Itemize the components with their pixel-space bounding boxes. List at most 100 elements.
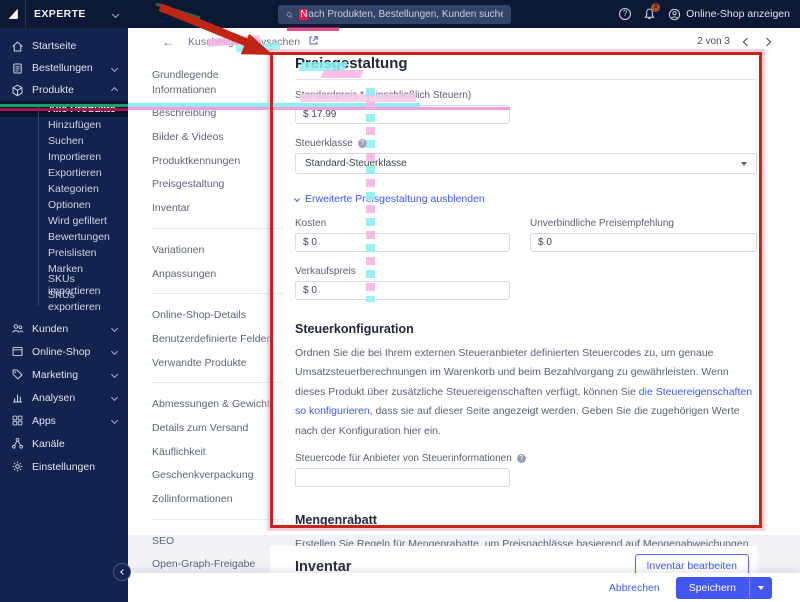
sidebar-item-analysen[interactable]: Analysen [0,386,128,409]
sidebar-item-preislisten[interactable]: Preislisten [0,245,128,261]
view-store-link[interactable]: Online-Shop anzeigen [668,8,790,21]
collapse-sidebar-button[interactable] [113,563,131,581]
nav-details-zum-versand[interactable]: Details zum Versand [152,421,283,436]
cost-label: Kosten [295,218,327,229]
tax-code-input[interactable] [295,468,510,488]
cancel-button[interactable]: Abbrechen [609,582,660,594]
nav-preisgestaltung[interactable]: Preisgestaltung [152,177,283,192]
pager-count: 2 von 3 [697,36,730,47]
msrp-input[interactable]: $ 0 [530,233,757,252]
nav-abmessungen-gewicht[interactable]: Abmessungen & Gewicht [152,397,283,412]
tax-config-title: Steuerkonfiguration [295,322,414,336]
chevron-down-icon [110,416,119,425]
global-search-input[interactable]: Nach Produkten, Bestellungen, Kunden suc… [278,5,511,24]
tax-class-label: Steuerklasse [295,138,757,149]
sidebar-item-kunden[interactable]: Kunden [0,317,128,340]
sidebar-item-produkte[interactable]: Produkte [0,79,128,101]
bigcommerce-admin: EXPERTE Nach Produkten, Bestellungen, Ku… [0,0,800,602]
sidebar-item-bewertungen[interactable]: Bewertungen [0,229,128,245]
brand-area[interactable]: EXPERTE [0,0,128,28]
bulk-pricing-title: Mengenrabatt [295,513,377,528]
apps-grid-icon [12,415,23,426]
msrp-label: Unverbindliche Preisempfehlung [530,218,674,229]
external-link-icon[interactable] [308,33,319,51]
sidebar-item-alle-produkte[interactable]: Alle Produkte [0,101,128,117]
nav-verwandte-produkte[interactable]: Verwandte Produkte [152,356,283,371]
caret-down-icon [741,161,747,166]
chevron-down-icon [110,370,119,379]
orders-icon [13,63,22,73]
sale-price-label: Verkaufspreis [295,266,356,277]
tax-class-select[interactable]: Standard-Steuerklasse [295,153,757,174]
nav-divider [152,227,283,229]
bigcommerce-logo-icon [0,0,26,28]
sidebar-item-kategorien[interactable]: Kategorien [0,181,128,197]
sidebar-item-optionen[interactable]: Optionen [0,197,128,213]
save-options-caret[interactable] [750,577,772,599]
chevron-down-icon[interactable] [111,10,120,18]
nav-kaeuflichkeit[interactable]: Käuflichkeit [152,445,283,460]
produkte-submenu: Alle Produkte Hinzufügen Suchen Importie… [0,101,128,313]
top-header: EXPERTE Nach Produkten, Bestellungen, Ku… [0,0,800,28]
product-section-nav: Grundlegende Informationen Beschreibung … [152,68,283,581]
channels-icon [12,438,23,449]
chevron-down-icon [110,347,119,356]
notifications-bell-icon[interactable]: 3 [643,3,661,21]
sale-price-input[interactable]: $ 0 [295,281,510,300]
nav-inventar[interactable]: Inventar [152,201,283,216]
prev-product-icon[interactable] [742,37,752,46]
sidebar-item-online-shop[interactable]: Online-Shop [0,340,128,363]
nav-seo[interactable]: SEO [152,534,283,549]
chevron-up-icon [110,86,119,94]
nav-geschenkverpackung[interactable]: Geschenkverpackung [152,468,283,483]
submenu-line [38,104,39,306]
sidebar-item-wird-gefiltert[interactable]: Wird gefiltert [0,213,128,229]
nav-grundlegende-informationen[interactable]: Grundlegende Informationen [152,68,283,97]
user-icon [668,8,681,20]
sidebar-item-exportieren[interactable]: Exportieren [0,165,128,181]
sidebar-item-suchen[interactable]: Suchen [0,133,128,149]
back-arrow-icon[interactable]: ← [162,35,174,49]
nav-beschreibung[interactable]: Beschreibung [152,106,283,121]
home-icon [12,40,23,51]
nav-online-shop-details[interactable]: Online-Shop-Details [152,308,283,323]
next-product-icon[interactable] [762,37,772,46]
help-tooltip-icon[interactable] [516,454,526,464]
nav-anpassungen[interactable]: Anpassungen [152,267,283,282]
store-name: EXPERTE [34,8,86,20]
nav-divider [152,293,283,295]
sidebar-item-einstellungen[interactable]: Einstellungen [0,455,128,478]
sidebar-item-kanaele[interactable]: Kanäle [0,432,128,455]
storefront-icon [12,346,23,357]
save-button[interactable]: Speichern [675,576,772,599]
notification-badge: 3 [651,3,661,12]
nav-zollinformationen[interactable]: Zollinformationen [152,492,283,507]
pricing-title: Preisgestaltung [295,55,757,80]
chevron-down-icon [110,324,119,333]
nav-produktkennungen[interactable]: Produktkennungen [152,154,283,169]
help-icon[interactable] [619,8,632,20]
sidebar-item-hinzufuegen[interactable]: Hinzufügen [0,117,128,133]
main-sidebar: Startseite Bestellungen Produkte Alle Pr… [0,28,128,602]
nav-bilder-videos[interactable]: Bilder & Videos [152,130,283,145]
sidebar-item-marketing[interactable]: Marketing [0,363,128,386]
sidebar-item-importieren[interactable]: Importieren [0,149,128,165]
default-price-input[interactable]: $ 17.99 [295,105,510,124]
nav-variationen[interactable]: Variationen [152,243,283,258]
chevron-down-icon [110,64,119,72]
help-tooltip-icon[interactable] [357,139,367,148]
product-title: Kuschelige Babysachen [188,35,301,48]
sidebar-item-skus-exportieren[interactable]: SKUs exportieren [0,289,128,313]
advanced-pricing-toggle[interactable]: Erweiterte Preisgestaltung ausblenden [294,193,485,205]
sidebar-item-apps[interactable]: Apps [0,409,128,432]
search-icon [286,11,293,18]
sidebar-item-bestellungen[interactable]: Bestellungen [0,57,128,79]
nav-benutzerdefinierte-felder[interactable]: Benutzerdefinierte Felder [152,332,283,347]
nav-open-graph-freigabe[interactable]: Open-Graph-Freigabe [152,557,283,572]
nav-divider [152,382,283,384]
tax-code-label: Steuercode für Anbieter von Steuerinform… [295,453,757,464]
chevron-down-icon [294,196,300,202]
cost-input[interactable]: $ 0 [295,233,510,252]
analytics-icon [13,394,22,403]
sidebar-item-startseite[interactable]: Startseite [0,35,128,57]
